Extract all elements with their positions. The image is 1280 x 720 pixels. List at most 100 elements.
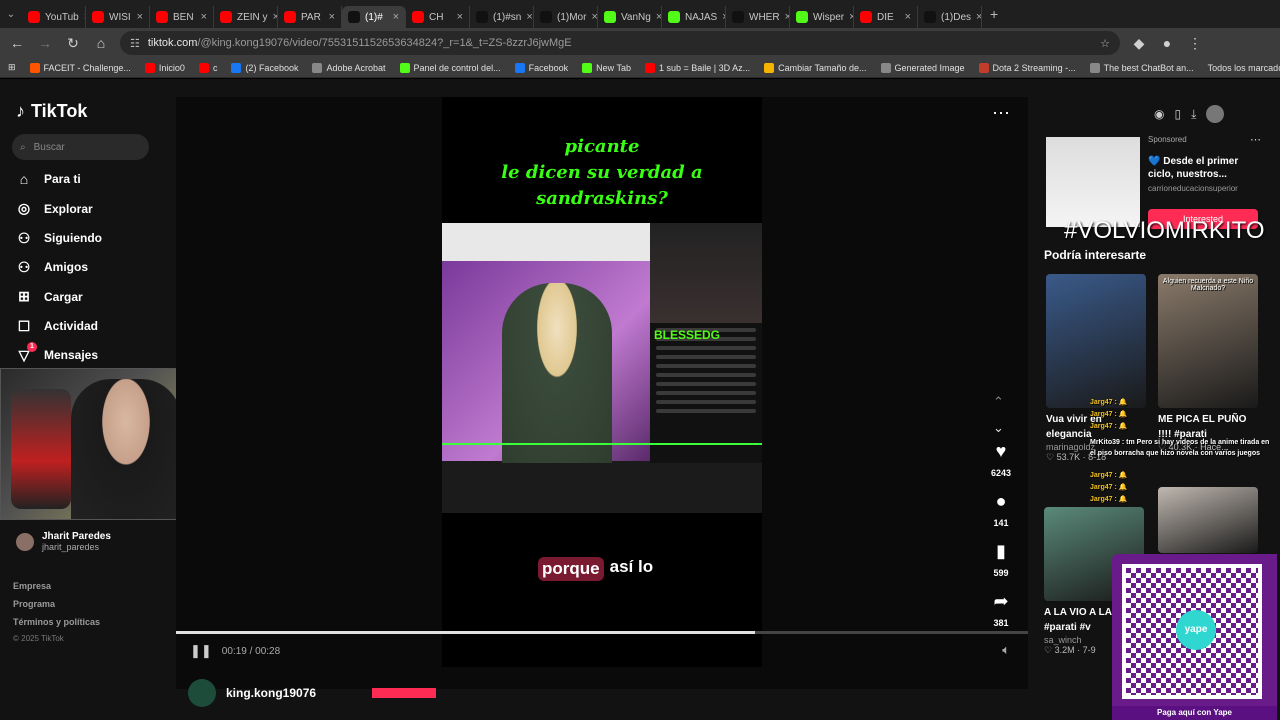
browser-tab[interactable]: (1)# × <box>342 6 406 28</box>
browser-tab[interactable]: (1)Des × <box>918 6 982 28</box>
followed-account[interactable]: Jharit Paredes jharit_paredes <box>16 531 111 552</box>
share-icon: ➦ <box>993 591 1009 611</box>
tab-close-icon[interactable]: × <box>201 11 207 23</box>
bookmark-favicon-icon <box>29 62 40 73</box>
profile-icon[interactable]: ● <box>1158 35 1176 51</box>
followed-handle: jharit_paredes <box>42 542 100 552</box>
sidebar-item-siguiendo[interactable]: ⚇ Siguiendo <box>16 230 102 247</box>
video-author[interactable]: king.kong19076 <box>188 679 437 707</box>
bookmark-label: 1 sub = Baile | 3D Az... <box>658 62 751 73</box>
browser-tab[interactable]: CH × <box>406 6 470 28</box>
recommend-card[interactable]: Alguien recuerda a este Niño Malcriado? … <box>1158 274 1258 453</box>
tab-favicon-icon <box>28 11 40 23</box>
bookmark-item[interactable]: FACEIT - Challenge... <box>29 62 131 73</box>
tab-close-icon[interactable]: × <box>137 11 143 23</box>
save-action[interactable]: ▮ 599 <box>980 541 1022 581</box>
browser-tab[interactable]: WHER× <box>726 6 790 28</box>
new-tab-icon[interactable]: + <box>990 6 998 22</box>
search-input[interactable]: ⌕ Buscar <box>12 134 149 160</box>
footer-link-terms[interactable]: Términos y políticas <box>13 617 100 627</box>
more-options-icon[interactable]: ⋯ <box>992 103 1010 124</box>
sidebar-item-explorar[interactable]: ◎ Explorar <box>16 200 93 217</box>
pause-icon[interactable]: ❚❚ <box>190 643 212 659</box>
next-video-icon[interactable]: ⌄ <box>993 415 1004 441</box>
apps-grid-icon[interactable]: ⊞ <box>8 62 16 73</box>
reload-icon[interactable]: ↻ <box>64 35 82 52</box>
sidebar-item-actividad[interactable]: ☐ Actividad <box>16 318 98 335</box>
home-button-icon[interactable]: ⌂ <box>92 35 110 51</box>
recommend-card[interactable]: Vua vivir en elegancia marinagoldz ♡ 53.… <box>1046 274 1146 463</box>
previous-video-icon[interactable]: ⌃ <box>993 389 1004 415</box>
caption-line-2: le dicen su verdad a <box>501 162 703 183</box>
like-action[interactable]: ♥ 6243 <box>980 441 1022 481</box>
tab-close-icon[interactable]: × <box>905 11 911 23</box>
bookmark-item[interactable]: Adobe Acrobat <box>312 62 386 73</box>
sidebar-item-cargar[interactable]: ⊞ Cargar <box>16 288 83 305</box>
tab-close-icon[interactable]: × <box>457 11 463 23</box>
browser-tab[interactable]: BEN × <box>150 6 214 28</box>
video-canvas[interactable]: picante le dicen su verdad a sandraskins… <box>442 97 762 667</box>
tab-close-icon[interactable]: × <box>976 11 981 23</box>
tab-close-icon[interactable]: × <box>526 11 532 23</box>
bookmark-item[interactable]: Facebook <box>514 62 568 73</box>
browser-tab[interactable]: PAR × <box>278 6 342 28</box>
sidebar-item-amigos[interactable]: ⚇ Amigos <box>16 259 88 276</box>
browser-tab[interactable]: (1)#sn × <box>470 6 534 28</box>
sidebar-item-para-ti[interactable]: ⌂ Para ti <box>16 171 81 187</box>
browser-tab[interactable]: Wisper× <box>790 6 854 28</box>
bookmark-item[interactable]: Generated Image <box>880 62 965 73</box>
footer-link-empresa[interactable]: Empresa <box>13 581 51 591</box>
sidebar-item-mensajes[interactable]: ▽ Mensajes 1 <box>16 341 98 364</box>
profile-avatar[interactable] <box>1206 105 1225 123</box>
tab-label: WISI <box>109 11 131 23</box>
browser-tab[interactable]: (1)Mor × <box>534 6 598 28</box>
share-action[interactable]: ➦ 381 <box>980 591 1022 631</box>
url-input[interactable]: ☷ tiktok.com/@king.kong19076/video/75531… <box>120 31 1120 55</box>
browser-tab[interactable]: ZEIN y× <box>214 6 278 28</box>
bookmark-item[interactable]: c <box>198 62 217 73</box>
recommend-card[interactable] <box>1158 487 1258 553</box>
browser-menu-icon[interactable]: ⋮ <box>1186 35 1204 52</box>
recommend-heading: Podría interesarte <box>1044 248 1147 262</box>
site-info-icon[interactable]: ☷ <box>130 37 140 50</box>
streamer-girl-figure <box>502 283 612 463</box>
bookmark-item[interactable]: Dota 2 Streaming -... <box>978 62 1076 73</box>
video-progress-bar[interactable] <box>176 631 1028 634</box>
comment-action[interactable]: ● 141 <box>980 491 1022 531</box>
tab-close-icon[interactable]: × <box>591 11 597 23</box>
video-player[interactable]: picante le dicen su verdad a sandraskins… <box>176 97 1028 707</box>
bookmark-item[interactable]: The best ChatBot an... <box>1089 62 1194 73</box>
footer-link-programa[interactable]: Programa <box>13 599 55 609</box>
download-icon[interactable]: ⤓ <box>1191 107 1196 122</box>
chat-line: Jarg47 : 🔔 <box>1090 423 1128 430</box>
ad-menu-icon[interactable]: ⋯ <box>1250 133 1261 146</box>
browser-tab[interactable]: NAJAS× <box>662 6 726 28</box>
bookmark-favicon-icon <box>880 62 891 73</box>
bookmark-item[interactable]: (2) Facebook <box>231 62 298 73</box>
browser-tab[interactable]: WISI × <box>86 6 150 28</box>
bookmark-favicon-icon <box>582 62 593 73</box>
bookmark-item[interactable]: Inicio0 <box>144 62 185 73</box>
volume-icon[interactable]: 🔈︎ <box>1002 642 1010 658</box>
back-icon[interactable]: ← <box>8 35 26 51</box>
stream-chat-overlay-top: Jarg47 : 🔔 Jarg47 : 🔔 Jarg47 : 🔔 <box>1090 397 1128 433</box>
bookmark-item[interactable]: New Tab <box>582 62 631 73</box>
bookmark-item[interactable]: 1 sub = Baile | 3D Az... <box>644 62 751 73</box>
tiktok-logo[interactable]: ♪ TikTok <box>16 101 87 122</box>
avatar <box>16 532 34 551</box>
all-bookmarks-folder[interactable]: Todos los marcadores <box>1208 63 1280 73</box>
coin-icon[interactable]: ◉ <box>1154 107 1164 121</box>
tab-close-icon[interactable]: × <box>393 11 399 23</box>
forward-icon[interactable]: → <box>36 35 54 51</box>
bookmark-star-icon[interactable]: ☆ <box>1100 37 1110 50</box>
bookmark-item[interactable]: Panel de control del... <box>399 62 501 73</box>
browser-tab[interactable]: YouTub× <box>22 6 86 28</box>
browser-tab[interactable]: VanNg × <box>598 6 662 28</box>
tab-close-icon[interactable]: × <box>329 11 335 23</box>
bookmark-item[interactable]: Cambiar Tamaño de... <box>764 62 867 73</box>
follow-button[interactable] <box>372 688 437 698</box>
tab-menu-icon[interactable]: ⌄ <box>0 9 22 20</box>
device-icon[interactable]: ▯ <box>1174 107 1181 121</box>
browser-tab[interactable]: DIE × <box>854 6 918 28</box>
extensions-icon[interactable]: ◆ <box>1130 35 1148 52</box>
